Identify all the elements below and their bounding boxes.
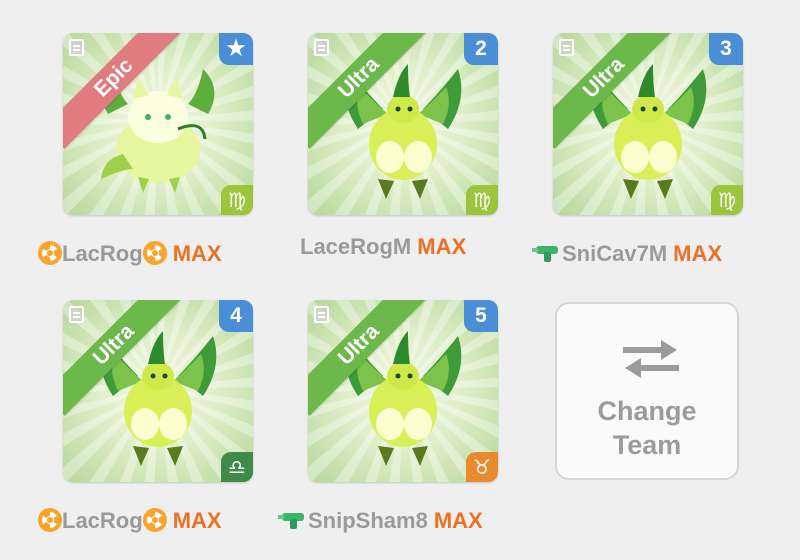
level-max: MAX	[172, 508, 222, 533]
position-badge: 4	[219, 300, 253, 332]
team-slot-3[interactable]: Ultra 3 ♍	[553, 33, 743, 215]
team-slot-1[interactable]: Epic ★ ♍	[63, 33, 253, 215]
level-max: MAX	[172, 241, 222, 266]
note-icon[interactable]	[314, 39, 329, 56]
note-icon[interactable]	[314, 306, 329, 323]
zodiac-virgo-icon: ♍	[221, 185, 253, 215]
position-badge: 3	[709, 33, 743, 65]
team-slot-5[interactable]: Ultra 5 ♉	[308, 300, 498, 482]
level-max: MAX	[673, 241, 723, 266]
team-slot-4[interactable]: Ultra 4 ♎	[63, 300, 253, 482]
level-max: MAX	[417, 234, 467, 259]
change-team-button[interactable]: Change Team	[555, 302, 739, 480]
position-badge: 2	[464, 33, 498, 65]
zodiac-libra-icon: ♎	[221, 452, 253, 482]
team-slot-2[interactable]: Ultra 2 ♍	[308, 33, 498, 215]
zodiac-virgo-icon: ♍	[466, 185, 498, 215]
note-icon[interactable]	[559, 39, 574, 56]
nuclear-icon	[142, 241, 167, 265]
change-team-label: Change Team	[597, 396, 697, 460]
zodiac-taurus-icon: ♉	[466, 452, 498, 482]
note-icon[interactable]	[69, 39, 84, 56]
nuclear-icon	[38, 508, 62, 532]
note-icon[interactable]	[69, 306, 84, 323]
creature-name: LaceRogM	[300, 234, 412, 259]
position-badge: 5	[464, 300, 498, 332]
slot-1-name: LacRog MAX	[38, 237, 222, 271]
nuclear-icon	[38, 241, 62, 265]
zodiac-virgo-icon: ♍	[711, 185, 743, 215]
creature-name: LacRog	[62, 508, 143, 533]
slot-3-name: SniCav7M MAX	[532, 237, 722, 271]
swap-arrows-icon	[623, 340, 679, 378]
creature-name: LacRog	[62, 241, 143, 266]
slot-2-name: LaceRogM MAX	[300, 230, 466, 264]
water-gun-icon	[532, 246, 558, 262]
slot-4-name: LacRog MAX	[38, 504, 222, 538]
slot-5-name: SnipSham8 MAX	[278, 504, 483, 538]
nuclear-icon	[142, 508, 167, 532]
water-gun-icon	[278, 513, 304, 529]
level-max: MAX	[433, 508, 483, 533]
star-icon: ★	[219, 33, 253, 65]
creature-name: SniCav7M	[562, 241, 668, 266]
creature-name: SnipSham8	[308, 508, 428, 533]
